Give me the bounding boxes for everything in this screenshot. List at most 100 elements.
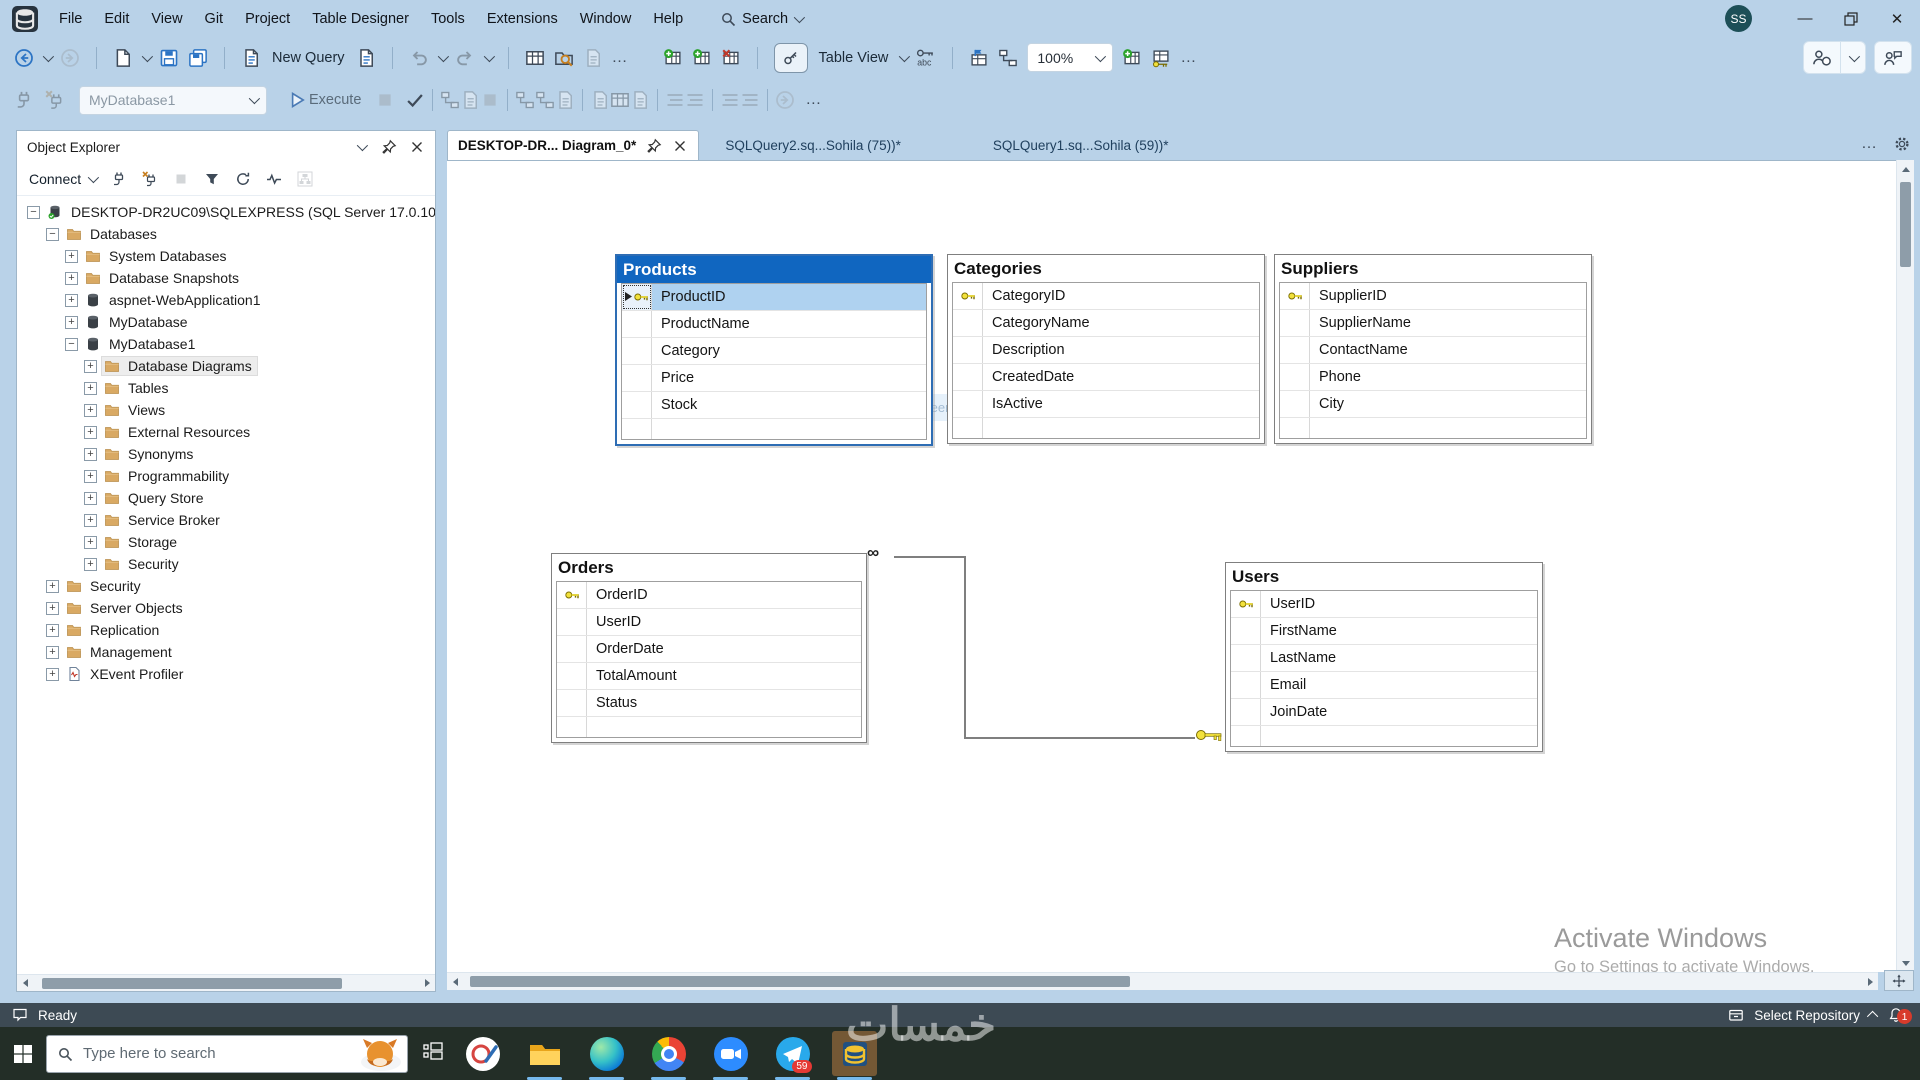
tree-item-xevent-profiler[interactable]: + XEvent Profiler: [17, 663, 435, 685]
expand-icon[interactable]: +: [65, 249, 78, 263]
repository-chevron-icon[interactable]: [1866, 1010, 1879, 1023]
scroll-left-icon[interactable]: [17, 975, 34, 992]
expand-icon[interactable]: +: [46, 579, 59, 593]
empty-column-row[interactable]: [622, 419, 926, 439]
diagram-vscrollbar[interactable]: [1896, 160, 1914, 972]
scroll-left-icon[interactable]: [447, 973, 464, 990]
column-row-suppliername[interactable]: SupplierName: [1280, 310, 1586, 337]
menu-item-help[interactable]: Help: [642, 7, 694, 31]
column-row-categoryid[interactable]: CategoryID: [953, 283, 1259, 310]
tree-item-databases[interactable]: − Databases: [17, 223, 435, 245]
edge-icon[interactable]: [584, 1031, 629, 1080]
live-share-button[interactable]: [1803, 41, 1866, 74]
column-row-price[interactable]: Price: [622, 365, 926, 392]
menu-search[interactable]: Search: [720, 11, 806, 27]
navigate-back-button[interactable]: [14, 48, 34, 68]
row-selector[interactable]: [1231, 591, 1261, 617]
telegram-icon[interactable]: 59: [770, 1031, 815, 1080]
disconnect-icon[interactable]: [142, 171, 158, 187]
expand-icon[interactable]: +: [84, 447, 97, 461]
panel-chevron-icon[interactable]: [356, 139, 369, 152]
add-related-tables-button[interactable]: [1122, 48, 1142, 68]
disconnect-query-button[interactable]: [45, 90, 65, 110]
expand-icon[interactable]: +: [84, 425, 97, 439]
scroll-thumb[interactable]: [470, 976, 1130, 987]
tree-item-security[interactable]: + Security: [17, 575, 435, 597]
expand-icon[interactable]: +: [84, 557, 97, 571]
connect-icon[interactable]: [111, 171, 127, 187]
column-row-joindate[interactable]: JoinDate: [1231, 699, 1537, 726]
column-row-status[interactable]: Status: [557, 690, 861, 717]
diagram-canvas[interactable]: ∞ Full-screen Snip Activate Windows Go t…: [447, 160, 1896, 972]
outdent-button[interactable]: [740, 90, 760, 110]
empty-column-row[interactable]: [557, 717, 861, 737]
stop-icon[interactable]: [173, 171, 189, 187]
panel-close-icon[interactable]: [409, 139, 425, 155]
tab-overflow-button[interactable]: …: [1861, 136, 1878, 152]
relationship-line[interactable]: [964, 737, 1198, 739]
restore-button[interactable]: [1828, 0, 1874, 37]
column-row-description[interactable]: Description: [953, 337, 1259, 364]
avatar[interactable]: SS: [1725, 5, 1752, 32]
object-explorer-hscrollbar[interactable]: [17, 974, 435, 991]
tree-item-desktop-dr2uc09-sqlexpress-sql[interactable]: − DESKTOP-DR2UC09\SQLEXPRESS (SQL Server …: [17, 201, 435, 223]
column-row-isactive[interactable]: IsActive: [953, 391, 1259, 418]
tree-item-database-diagrams[interactable]: + Database Diagrams: [17, 355, 435, 377]
tree-item-service-broker[interactable]: + Service Broker: [17, 509, 435, 531]
table-title[interactable]: Categories: [948, 255, 1264, 282]
tree-item-database-snapshots[interactable]: + Database Snapshots: [17, 267, 435, 289]
primary-key-toggle[interactable]: [773, 42, 808, 73]
scroll-right-icon[interactable]: [1861, 973, 1878, 990]
file-explorer-icon[interactable]: [522, 1031, 567, 1080]
scroll-thumb[interactable]: [42, 978, 342, 989]
chrome-icon[interactable]: [646, 1031, 691, 1080]
add-annotation-button[interactable]: [969, 48, 989, 68]
row-selector[interactable]: [1231, 645, 1261, 671]
tab-sqlquery2[interactable]: SQLQuery2.sq...Sohila (75))*: [715, 130, 911, 160]
column-row-phone[interactable]: Phone: [1280, 364, 1586, 391]
new-file-dropdown-icon[interactable]: [141, 50, 154, 62]
diagram-table-orders[interactable]: Orders OrderID UserID OrderDate TotalAmount S…: [551, 553, 867, 743]
pan-button[interactable]: [1884, 970, 1914, 991]
menu-item-view[interactable]: View: [140, 7, 193, 31]
row-selector[interactable]: [557, 717, 587, 737]
row-selector[interactable]: [622, 284, 652, 310]
menu-item-edit[interactable]: Edit: [93, 7, 140, 31]
tab-diagram[interactable]: DESKTOP-DR... Diagram_0*: [447, 130, 700, 160]
collapse-icon[interactable]: −: [65, 337, 78, 351]
relationship-line[interactable]: [964, 556, 966, 739]
minimize-button[interactable]: —: [1782, 0, 1828, 37]
tree-item-storage[interactable]: + Storage: [17, 531, 435, 553]
row-selector[interactable]: [1231, 618, 1261, 644]
close-button[interactable]: ✕: [1874, 0, 1920, 37]
row-selector[interactable]: [622, 365, 652, 391]
row-selector[interactable]: [557, 609, 587, 635]
connect-dropdown[interactable]: Connect: [29, 171, 100, 187]
expand-icon[interactable]: +: [84, 381, 97, 395]
column-row-firstname[interactable]: FirstName: [1231, 618, 1537, 645]
reports-icon[interactable]: [297, 171, 313, 187]
toolbar-overflow-button[interactable]: …: [612, 49, 629, 65]
row-selector[interactable]: [557, 690, 587, 716]
gear-icon[interactable]: [1894, 136, 1910, 152]
diagram-table-products[interactable]: Products ProductID ProductName Category Pric…: [615, 254, 933, 446]
tree-item-tables[interactable]: + Tables: [17, 377, 435, 399]
relationships-button[interactable]: [998, 48, 1018, 68]
tree-item-system-databases[interactable]: + System Databases: [17, 245, 435, 267]
column-row-userid[interactable]: UserID: [1231, 591, 1537, 618]
expand-icon[interactable]: +: [46, 645, 59, 659]
undo-button[interactable]: [409, 48, 429, 68]
expand-icon[interactable]: +: [84, 359, 97, 373]
parse-doc-button[interactable]: [630, 90, 650, 110]
column-row-email[interactable]: Email: [1231, 672, 1537, 699]
results-file-button[interactable]: [590, 90, 610, 110]
client-stats-button[interactable]: [555, 90, 575, 110]
taskbar-search-input[interactable]: Type here to search: [46, 1034, 408, 1073]
tree-item-aspnet-webapplication1[interactable]: + aspnet-WebApplication1: [17, 289, 435, 311]
comment-button[interactable]: [665, 90, 685, 110]
scroll-up-icon[interactable]: [1897, 161, 1914, 178]
zoom-icon[interactable]: [708, 1031, 753, 1080]
new-file-button[interactable]: [113, 48, 133, 68]
open-query-icon[interactable]: [356, 48, 376, 68]
tree-item-mydatabase[interactable]: + MyDatabase: [17, 311, 435, 333]
